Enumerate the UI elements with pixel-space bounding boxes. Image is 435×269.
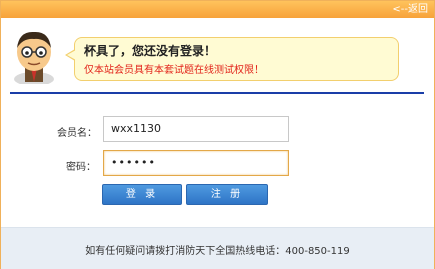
bubble-tail-inner — [67, 50, 76, 60]
username-field[interactable]: wxx1130 — [103, 116, 289, 142]
title-bar: <--返回 — [1, 1, 434, 18]
password-label: 密码： — [66, 162, 96, 173]
cartoon-avatar-icon — [14, 31, 54, 84]
notice-bubble: 杯具了，您还没有登录！ 仅本站会员具有本套试题在线测试权限！ — [74, 37, 399, 81]
username-label: 会员名： — [57, 128, 97, 139]
back-link[interactable]: <--返回 — [392, 3, 428, 16]
notice-title: 杯具了，您还没有登录！ — [84, 44, 217, 58]
register-button[interactable]: 注 册 — [186, 184, 268, 205]
login-dialog: <--返回 杯具了，您还没有登录！ 仅本站会员具有本套试题在线测试权限！ 会员名… — [0, 0, 435, 269]
login-button[interactable]: 登 录 — [102, 184, 182, 205]
password-field[interactable]: •••••• — [103, 150, 289, 176]
notice-message: 仅本站会员具有本套试题在线测试权限！ — [84, 65, 264, 76]
footer: 如有任何疑问请拨打消防天下全国热线电话：400-850-119 — [1, 227, 434, 269]
hotline-text: 如有任何疑问请拨打消防天下全国热线电话：400-850-119 — [85, 246, 350, 257]
divider — [10, 92, 424, 94]
